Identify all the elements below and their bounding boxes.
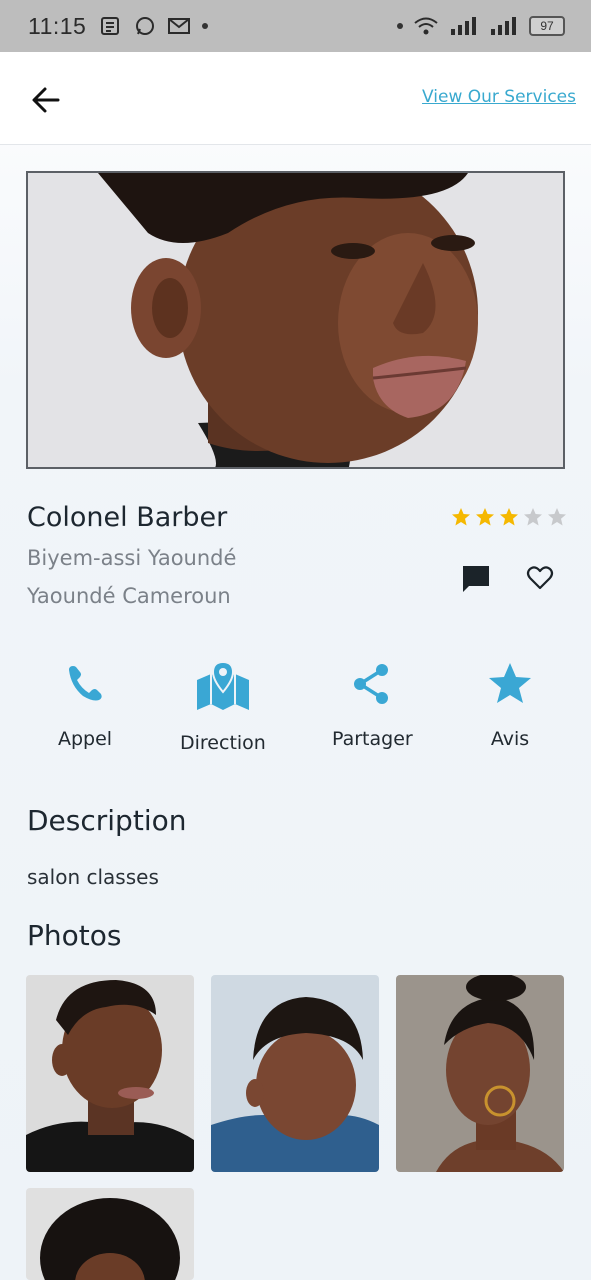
photos-heading: Photos	[27, 919, 122, 952]
heart-icon[interactable]	[526, 564, 554, 592]
direction-action[interactable]: Direction	[180, 660, 266, 754]
whatsapp-icon	[136, 17, 155, 35]
gallery-photo-4[interactable]	[26, 1188, 194, 1280]
salon-hero-image	[26, 171, 565, 469]
action-label-review: Avis	[490, 728, 530, 750]
view-services-link[interactable]: View Our Services	[422, 87, 576, 107]
star-rating-icon-4	[524, 508, 542, 526]
description-heading: Description	[27, 804, 187, 837]
portrait-illustration	[28, 173, 563, 467]
signal-icon	[451, 17, 476, 35]
address-line-1: Biyem-assi Yaoundé	[27, 546, 237, 570]
action-bar: Appel Direction Partager Avis	[0, 660, 591, 770]
phone-icon	[69, 666, 102, 701]
news-icon	[101, 17, 120, 35]
notification-icons	[100, 16, 209, 36]
call-action[interactable]: Appel	[58, 660, 112, 750]
description-text: salon classes	[27, 865, 159, 889]
status-time: 11:15	[28, 12, 87, 39]
action-label-share: Partager	[332, 728, 413, 750]
star-rating-icon-3	[500, 508, 518, 526]
app-header: View Our Services	[0, 52, 591, 145]
gallery-photo-2[interactable]	[211, 975, 379, 1172]
signal-icon-2	[491, 17, 516, 35]
status-bar: 11:15 97	[0, 0, 591, 52]
arrow-left-icon[interactable]	[28, 82, 64, 118]
mail-icon	[168, 18, 191, 34]
wifi-icon	[414, 17, 438, 35]
share-action[interactable]: Partager	[332, 660, 413, 750]
gallery-photo-1[interactable]	[26, 975, 194, 1172]
map-icon	[196, 660, 249, 710]
more-notifications-dot	[202, 23, 209, 29]
star-rating-icon-2	[476, 508, 494, 526]
battery-icon: 97	[529, 16, 565, 36]
star-rating-icon-5	[548, 508, 566, 526]
salon-name: Colonel Barber	[27, 502, 228, 533]
message-icon[interactable]	[460, 564, 492, 594]
rating-stars	[451, 507, 567, 527]
star-rating-icon-1	[452, 508, 470, 526]
action-label-call: Appel	[58, 728, 113, 750]
share-icon	[354, 664, 389, 704]
star-icon	[489, 663, 531, 703]
review-action[interactable]: Avis	[486, 660, 534, 750]
address-line-2: Yaoundé Cameroun	[27, 584, 231, 608]
status-dot	[397, 23, 403, 29]
action-label-direction: Direction	[180, 732, 266, 754]
gallery-photo-3[interactable]	[396, 975, 564, 1172]
